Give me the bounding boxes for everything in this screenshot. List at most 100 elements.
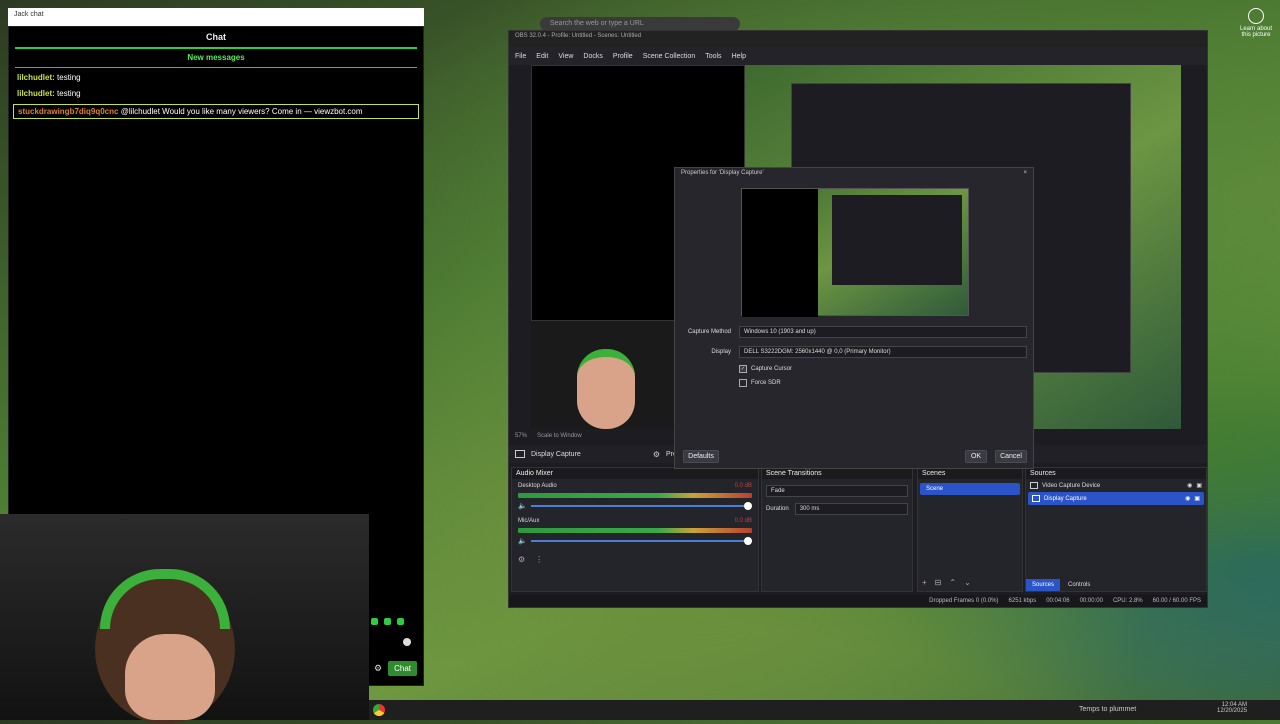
add-icon[interactable]: + [922, 578, 927, 587]
volume-meter [518, 493, 752, 498]
dialog-titlebar: Properties for 'Display Capture' × [675, 168, 1033, 184]
menu-scene-collection[interactable]: Scene Collection [643, 53, 696, 60]
scenes-dock: Scenes Scene + ⊟ ⌃ ⌄ [917, 467, 1023, 592]
defaults-button[interactable]: Defaults [683, 450, 719, 463]
info-icon [1248, 8, 1264, 24]
volume-slider[interactable] [530, 502, 752, 510]
monitor-icon [1032, 495, 1040, 502]
remove-icon[interactable]: ⊟ [935, 578, 942, 587]
menu-view[interactable]: View [558, 53, 573, 60]
learn-about-picture[interactable]: Learn about this picture [1236, 8, 1276, 48]
cpu-usage: CPU: 2.8% [1112, 598, 1143, 604]
dropped-frames: Dropped Frames 0 (0.0%) [929, 598, 999, 604]
speaker-icon[interactable]: 🔈 [518, 537, 527, 545]
chat-username[interactable]: stuckdrawingb7diq9q0cnc [18, 107, 118, 116]
chat-send-button[interactable]: Chat [388, 661, 417, 676]
bits-icon[interactable] [384, 618, 391, 625]
channel-name: Desktop Audio [518, 483, 557, 489]
move-down-icon[interactable]: ⌄ [964, 578, 971, 587]
force-sdr-checkbox[interactable] [739, 379, 747, 387]
chat-username[interactable]: lilchudlet: [17, 89, 55, 98]
source-item-selected[interactable]: Display Capture ◉ ▣ [1028, 492, 1204, 505]
emote-icon[interactable] [371, 618, 378, 625]
ok-button[interactable]: OK [965, 450, 987, 463]
stream-time: 00:04:06 [1046, 598, 1070, 604]
menu-edit[interactable]: Edit [536, 53, 548, 60]
preview-webcam [531, 321, 675, 429]
chat-window-title: Jack chat [8, 8, 424, 26]
taskbar: Temps to plummet 12:04 AM 12/20/2025 [369, 700, 1280, 720]
capture-method-label: Capture Method [687, 329, 731, 335]
visibility-eye-icon[interactable]: ◉ [1185, 495, 1190, 502]
browser-search-bar[interactable]: Search the web or type a URL [540, 17, 740, 31]
source-item[interactable]: Video Capture Device ◉ ▣ [1026, 479, 1206, 492]
face [125, 634, 215, 720]
scenes-title: Scenes [918, 468, 1022, 479]
display-label: Display [711, 349, 731, 355]
mixer-menu-icon[interactable]: ⋮ [535, 555, 543, 564]
chat-message-highlighted: stuckdrawingb7diq9q0cnc @lilchudlet Woul… [13, 104, 419, 119]
menu-docks[interactable]: Docks [583, 53, 602, 60]
chat-footer: ⚙ Chat [369, 614, 421, 686]
chat-message: lilchudlet: testing [9, 71, 423, 84]
chat-username[interactable]: lilchudlet: [17, 73, 55, 82]
duration-input[interactable]: 300 ms [794, 503, 908, 515]
new-messages-label: New messages [9, 53, 423, 68]
emoji-icon[interactable] [403, 638, 411, 646]
channel-name: Mic/Aux [518, 518, 540, 524]
properties-dialog: Properties for 'Display Capture' × Captu… [674, 167, 1034, 469]
cancel-button[interactable]: Cancel [995, 450, 1027, 463]
headset-band [100, 569, 230, 629]
scene-transitions-dock: Scene Transitions Fade Duration 300 ms [761, 467, 913, 592]
dialog-title: Properties for 'Display Capture' [681, 170, 764, 176]
lock-icon[interactable]: ▣ [1194, 495, 1200, 502]
record-time: 00:00:00 [1079, 598, 1103, 604]
zoom-level[interactable]: 57% [515, 433, 527, 443]
chat-message: lilchudlet: testing [9, 87, 423, 100]
volume-meter [518, 528, 752, 533]
volume-slider[interactable] [530, 537, 752, 545]
audio-mixer-dock: Audio Mixer Desktop Audio 0.0 dB 🔈 Mic/A… [511, 467, 759, 592]
capture-method-row: Capture Method Windows 10 (1903 and up) [683, 326, 1027, 338]
menu-tools[interactable]: Tools [705, 53, 721, 60]
mixer-settings-icon[interactable]: ⚙ [518, 555, 525, 564]
menu-profile[interactable]: Profile [613, 53, 633, 60]
chrome-icon[interactable] [373, 704, 385, 716]
speaker-icon[interactable]: 🔈 [518, 502, 527, 510]
menu-help[interactable]: Help [732, 53, 746, 60]
reward-icon[interactable] [397, 618, 404, 625]
weather-widget[interactable]: Temps to plummet [1079, 706, 1136, 713]
transition-select[interactable]: Fade [766, 485, 908, 497]
tab-controls[interactable]: Controls [1062, 579, 1096, 591]
camera-icon [1030, 482, 1038, 489]
obs-status-bar: Dropped Frames 0 (0.0%) 6251 kbps 00:04:… [509, 595, 1207, 607]
channel-level: 0.0 dB [734, 518, 752, 524]
scene-item[interactable]: Scene [920, 483, 1020, 495]
capture-cursor-row[interactable]: ✓ Capture Cursor [739, 365, 792, 373]
chat-divider [15, 47, 417, 49]
monitor-icon [515, 450, 525, 458]
chat-header: Chat [206, 32, 226, 42]
close-icon[interactable]: × [1023, 170, 1027, 182]
lock-icon[interactable]: ▣ [1196, 482, 1202, 489]
chat-text: testing [57, 89, 81, 98]
dock-tabs: Sources Controls [1026, 579, 1096, 591]
move-up-icon[interactable]: ⌃ [949, 578, 956, 587]
gear-icon[interactable]: ⚙ [374, 663, 382, 674]
display-select[interactable]: DELL S3222DGM: 2560x1440 @ 0,0 (Primary … [739, 346, 1027, 358]
mixer-channel: Mic/Aux 0.0 dB 🔈 [512, 514, 758, 549]
obs-menubar: File Edit View Docks Profile Scene Colle… [509, 47, 1207, 65]
visibility-eye-icon[interactable]: ◉ [1187, 482, 1192, 489]
tab-sources[interactable]: Sources [1026, 579, 1061, 591]
scale-mode[interactable]: Scale to Window [537, 433, 582, 443]
gear-icon[interactable]: ⚙ [653, 450, 660, 459]
force-sdr-label: Force SDR [751, 380, 781, 386]
audio-mixer-title: Audio Mixer [512, 468, 758, 479]
clock[interactable]: 12:04 AM 12/20/2025 [1217, 702, 1247, 714]
force-sdr-row[interactable]: Force SDR [739, 379, 781, 387]
capture-cursor-checkbox[interactable]: ✓ [739, 365, 747, 373]
capture-method-select[interactable]: Windows 10 (1903 and up) [739, 326, 1027, 338]
menu-file[interactable]: File [515, 53, 526, 60]
channel-level: 0.0 dB [734, 483, 752, 489]
transitions-title: Scene Transitions [762, 468, 912, 479]
